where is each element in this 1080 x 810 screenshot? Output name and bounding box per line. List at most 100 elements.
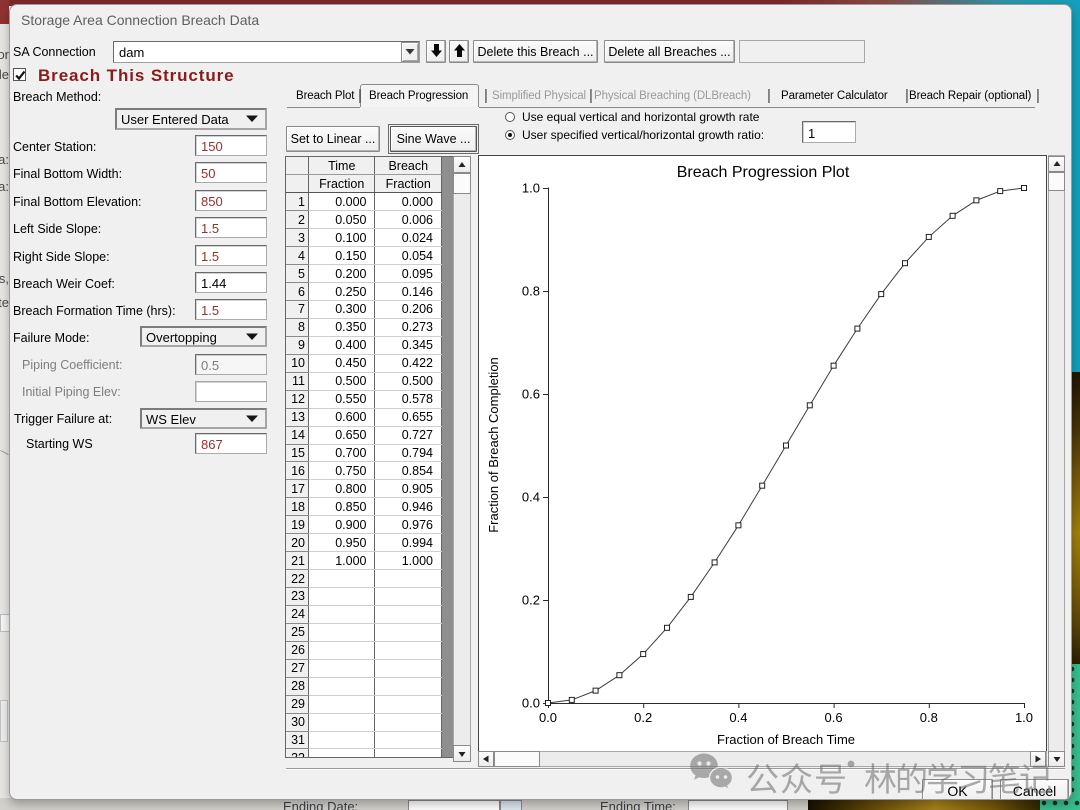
cell-time-fraction[interactable] [309,695,375,713]
cancel-button[interactable]: Cancel [1000,779,1069,800]
chevron-down-icon[interactable] [239,328,265,345]
cell-time-fraction[interactable]: 0.950 [309,534,375,552]
cell-breach-fraction[interactable]: 0.024 [375,229,442,247]
table-row[interactable]: 30.1000.024 [286,229,442,247]
cell-breach-fraction[interactable]: 0.146 [375,283,442,301]
cell-breach-fraction[interactable] [375,588,442,606]
table-row[interactable]: 120.5500.578 [286,390,442,408]
cell-breach-fraction[interactable]: 0.000 [375,193,442,211]
table-row[interactable]: 160.7500.854 [286,462,442,480]
trigger-failure-combobox[interactable]: WS Elev [140,408,267,429]
table-scroll-down-icon[interactable] [453,745,471,762]
cell-time-fraction[interactable]: 0.050 [309,211,375,229]
cell-time-fraction[interactable]: 0.300 [309,301,375,319]
cell-breach-fraction[interactable] [375,605,442,623]
cell-time-fraction[interactable]: 0.650 [309,426,375,444]
radio-equal-growth[interactable] [505,112,515,122]
cell-breach-fraction[interactable]: 0.345 [375,336,442,354]
tab-parameter-calculator[interactable]: Parameter Calculator [781,90,888,102]
table-row[interactable]: 32 [286,749,442,758]
cell-breach-fraction[interactable] [375,695,442,713]
radio-specified-ratio[interactable] [505,130,515,140]
field-input[interactable] [195,217,267,238]
table-row[interactable]: 90.4000.345 [286,336,442,354]
cell-time-fraction[interactable]: 0.800 [309,480,375,498]
cell-time-fraction[interactable]: 0.450 [309,354,375,372]
tab-simplified-physical[interactable]: Simplified Physical [492,90,586,102]
progression-grid[interactable]: TimeBreachFractionFraction10.0000.00020.… [286,157,442,758]
table-row[interactable]: 25 [286,623,442,641]
set-to-linear-button[interactable]: Set to Linear ... [286,126,380,152]
table-row[interactable]: 200.9500.994 [286,534,442,552]
cell-time-fraction[interactable] [309,677,375,695]
field-input[interactable] [195,190,267,211]
cell-breach-fraction[interactable] [375,623,442,641]
failure-mode-combobox[interactable]: Overtopping [140,326,267,347]
cell-breach-fraction[interactable]: 0.994 [375,534,442,552]
cell-breach-fraction[interactable] [375,731,442,749]
table-row[interactable]: 50.2000.095 [286,265,442,283]
cell-breach-fraction[interactable]: 0.905 [375,480,442,498]
cell-time-fraction[interactable]: 0.900 [309,516,375,534]
table-row[interactable]: 190.9000.976 [286,516,442,534]
chart-horizontal-scrollbar[interactable] [478,751,1047,767]
table-row[interactable]: 22 [286,570,442,588]
breach-method-combobox[interactable]: User Entered Data [115,108,267,130]
cell-time-fraction[interactable]: 0.750 [309,462,375,480]
cell-breach-fraction[interactable]: 0.006 [375,211,442,229]
chevron-down-icon[interactable] [401,42,419,62]
cell-time-fraction[interactable] [309,641,375,659]
table-row[interactable]: 60.2500.146 [286,283,442,301]
cell-time-fraction[interactable]: 0.150 [309,247,375,265]
table-row[interactable]: 26 [286,641,442,659]
field-input[interactable] [195,135,267,156]
cell-time-fraction[interactable] [309,588,375,606]
breach-this-structure-checkbox[interactable] [13,68,26,81]
delete-all-breaches-button[interactable]: Delete all Breaches ... [604,40,735,63]
field-input[interactable] [195,299,267,320]
chart-scroll-left-icon[interactable] [478,751,494,767]
growth-ratio-field[interactable] [802,121,856,143]
tab-physical-breaching-dlbreach-[interactable]: Physical Breaching (DLBreach) [594,90,751,102]
cell-breach-fraction[interactable]: 0.273 [375,318,442,336]
cell-breach-fraction[interactable]: 0.794 [375,444,442,462]
cell-breach-fraction[interactable]: 0.422 [375,354,442,372]
table-row[interactable]: 40.1500.054 [286,247,442,265]
chart-scroll-thumb[interactable] [1048,172,1065,191]
cell-breach-fraction[interactable]: 0.655 [375,408,442,426]
cell-time-fraction[interactable]: 0.850 [309,498,375,516]
table-row[interactable]: 180.8500.946 [286,498,442,516]
cell-breach-fraction[interactable]: 0.578 [375,390,442,408]
cell-time-fraction[interactable]: 0.600 [309,408,375,426]
chevron-down-icon[interactable] [239,110,265,128]
table-row[interactable]: 110.5000.500 [286,372,442,390]
cell-time-fraction[interactable]: 0.500 [309,372,375,390]
field-input[interactable] [195,162,267,183]
table-row[interactable]: 29 [286,695,442,713]
cell-time-fraction[interactable] [309,623,375,641]
cell-time-fraction[interactable]: 0.000 [309,193,375,211]
cell-breach-fraction[interactable]: 0.946 [375,498,442,516]
cell-time-fraction[interactable] [309,713,375,731]
cell-time-fraction[interactable] [309,731,375,749]
table-row[interactable]: 30 [286,713,442,731]
table-row[interactable]: 20.0500.006 [286,211,442,229]
field-input[interactable] [195,245,267,266]
cell-breach-fraction[interactable] [375,713,442,731]
field-input[interactable] [195,272,267,293]
sine-wave-button[interactable]: Sine Wave ... [390,126,477,152]
table-scroll-up-icon[interactable] [453,156,471,173]
table-row[interactable]: 211.0001.000 [286,552,442,570]
table-row[interactable]: 10.0000.000 [286,193,442,211]
sa-connection-combobox[interactable]: dam [113,41,420,63]
cell-time-fraction[interactable] [309,605,375,623]
ok-button[interactable]: OK [922,779,993,800]
starting-ws-field[interactable] [195,433,267,454]
cell-breach-fraction[interactable]: 0.500 [375,372,442,390]
chart-scroll-up-icon[interactable] [1048,156,1065,172]
cell-breach-fraction[interactable]: 1.000 [375,552,442,570]
cell-breach-fraction[interactable]: 0.976 [375,516,442,534]
tab-breach-progression[interactable]: Breach Progression [369,90,468,102]
chart-hscroll-thumb[interactable] [494,751,540,767]
cell-breach-fraction[interactable]: 0.854 [375,462,442,480]
